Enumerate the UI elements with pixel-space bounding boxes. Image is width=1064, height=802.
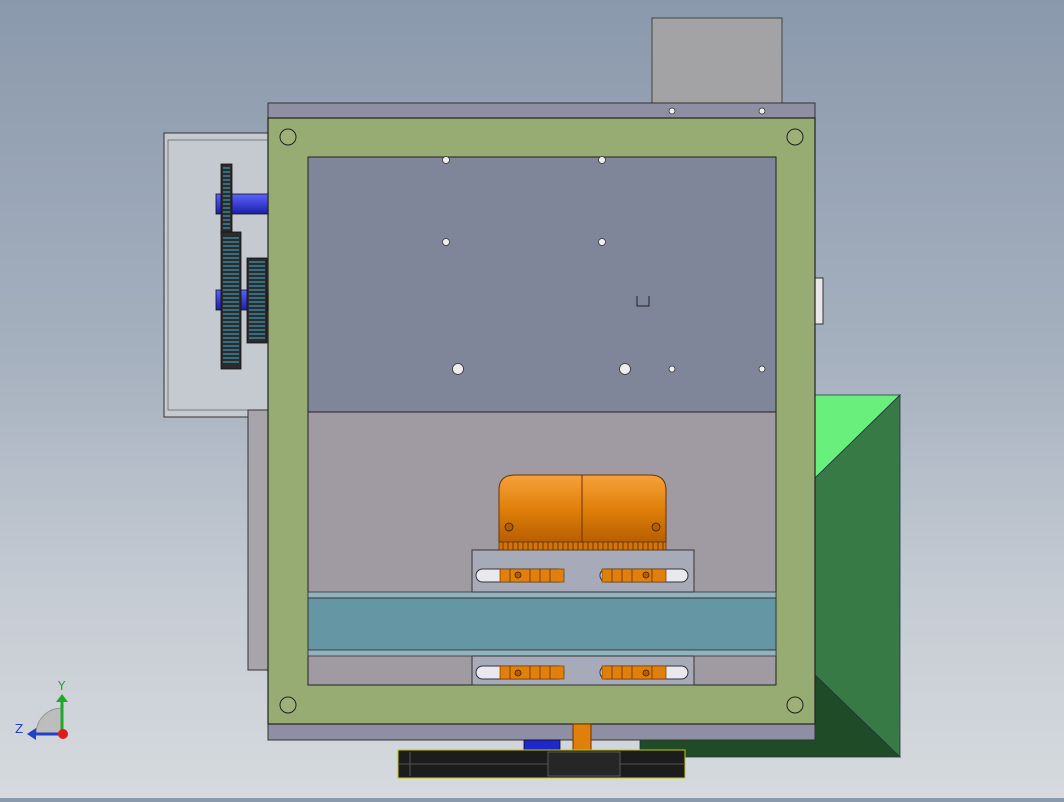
spool-screw (651, 522, 661, 532)
motor-housing (651, 17, 783, 105)
pulley-hub (547, 751, 621, 777)
axis-triad: Y Z (15, 679, 68, 740)
conveyor-belt (307, 597, 777, 651)
spool-teeth (498, 541, 667, 551)
top-plate-hole-2 (758, 107, 766, 115)
belt-edge-bottom (307, 649, 777, 657)
belt-edge-top (307, 591, 777, 599)
triad-arc (35, 707, 63, 735)
top-plate (267, 102, 816, 120)
top-plate-hole-1 (668, 107, 676, 115)
triad-origin (58, 729, 68, 739)
panel-hole (598, 238, 606, 246)
side-knob (814, 277, 824, 325)
gear-upper (220, 163, 233, 235)
upper-panel (307, 156, 777, 413)
bottom-plate (267, 722, 816, 741)
bottom-shaft-collar (523, 739, 561, 751)
panel-hole (442, 238, 450, 246)
y-axis-arrow (56, 694, 68, 702)
corner-hole (786, 696, 804, 714)
corner-hole (279, 128, 297, 146)
roller-screw (642, 669, 650, 677)
y-axis-label: Y (57, 679, 66, 693)
roller-screw (514, 571, 522, 579)
model-drawing: Y Z (15, 17, 901, 779)
corner-hole (786, 128, 804, 146)
panel-hole-large (452, 363, 464, 375)
corner-hole (279, 696, 297, 714)
panel-hole (442, 156, 450, 164)
roller-screw (514, 669, 522, 677)
cad-viewport[interactable]: Y Z (0, 0, 1064, 798)
spool-screw (504, 522, 514, 532)
panel-hole (598, 156, 606, 164)
panel-hole (668, 365, 676, 373)
roller-screw (642, 571, 650, 579)
bottom-shaft (572, 723, 592, 753)
panel-hole (758, 365, 766, 373)
left-lower-plate (247, 409, 271, 671)
panel-hole-large (619, 363, 631, 375)
z-axis-arrow (27, 728, 36, 740)
z-axis-label: Z (15, 722, 23, 736)
gear-large (220, 231, 242, 370)
